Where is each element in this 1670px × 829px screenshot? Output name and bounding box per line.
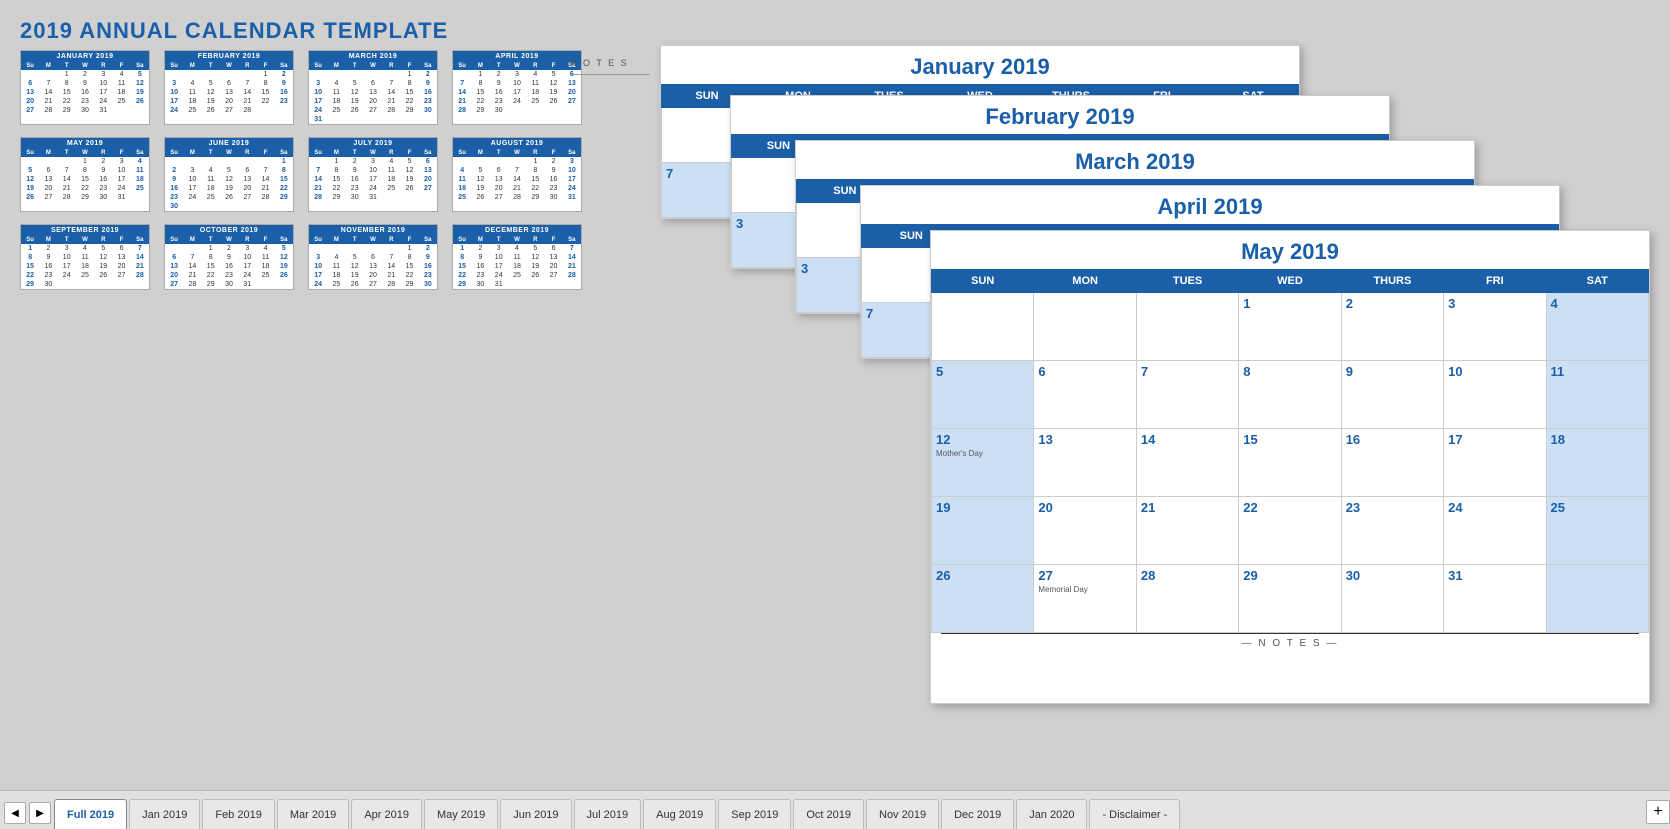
tab-feb-2019[interactable]: Feb 2019 bbox=[202, 799, 274, 829]
tab-nov-2019[interactable]: Nov 2019 bbox=[866, 799, 939, 829]
small-cal-nov-header: NOVEMBER 2019 bbox=[309, 225, 437, 236]
small-cal-dec: DECEMBER 2019 SuMTWRFSa 1234567 89101112… bbox=[452, 224, 582, 290]
small-cal-dec-header: DECEMBER 2019 bbox=[453, 225, 581, 236]
big-cals-container: January 2019 SUN MON TUES WED THURS FRI … bbox=[640, 30, 1660, 770]
tab-aug-2019[interactable]: Aug 2019 bbox=[643, 799, 716, 829]
tab-oct-2019[interactable]: Oct 2019 bbox=[793, 799, 864, 829]
tab-disclaimer[interactable]: - Disclaimer - bbox=[1089, 799, 1180, 829]
small-cal-oct-header: OCTOBER 2019 bbox=[165, 225, 293, 236]
tab-jan-2019[interactable]: Jan 2019 bbox=[129, 799, 200, 829]
small-cal-mar-header: MARCH 2019 bbox=[309, 51, 437, 62]
small-cal-mar: MARCH 2019 SuMTWRFSa 12 3456789 10111213… bbox=[308, 50, 438, 125]
col-wed: WED bbox=[1239, 270, 1341, 293]
tab-full-2019[interactable]: Full 2019 bbox=[54, 799, 127, 829]
small-cal-aug: AUGUST 2019 SuMTWRFSa 123 45678910 11121… bbox=[452, 137, 582, 212]
small-cals-row-2: MAY 2019 SuMTWRFSa 1234 567891011 121314… bbox=[20, 137, 582, 212]
col-sat: SAT bbox=[1546, 270, 1648, 293]
small-cal-apr: APRIL 2019 SuMTWRFSa 123456 78910111213 … bbox=[452, 50, 582, 125]
big-cal-apr-title: April 2019 bbox=[861, 186, 1559, 224]
big-cal-jan-title: January 2019 bbox=[661, 46, 1299, 84]
tab-sep-2019[interactable]: Sep 2019 bbox=[718, 799, 791, 829]
small-cal-jul-header: JULY 2019 bbox=[309, 138, 437, 149]
tab-dec-2019[interactable]: Dec 2019 bbox=[941, 799, 1014, 829]
tab-may-2019[interactable]: May 2019 bbox=[424, 799, 498, 829]
small-cal-aug-header: AUGUST 2019 bbox=[453, 138, 581, 149]
tab-bar-inner: Full 2019 Jan 2019 Feb 2019 Mar 2019 Apr… bbox=[54, 799, 1644, 829]
tab-jun-2019[interactable]: Jun 2019 bbox=[500, 799, 571, 829]
small-cal-sep: SEPTEMBER 2019 SuMTWRFSa 1234567 8910111… bbox=[20, 224, 150, 290]
small-cal-feb-header: FEBRUARY 2019 bbox=[165, 51, 293, 62]
small-cal-may: MAY 2019 SuMTWRFSa 1234 567891011 121314… bbox=[20, 137, 150, 212]
tab-jul-2019[interactable]: Jul 2019 bbox=[574, 799, 642, 829]
small-cal-jun: JUNE 2019 SuMTWRFSa 1 2345678 9101112131… bbox=[164, 137, 294, 212]
small-cal-jan: JANUARY 2019 SuMTWRFSa 12345 6789101112 … bbox=[20, 50, 150, 125]
small-cals-row-1: JANUARY 2019 SuMTWRFSa 12345 6789101112 … bbox=[20, 50, 582, 125]
col-sun: SUN bbox=[932, 270, 1034, 293]
main-area: 2019 ANNUAL CALENDAR TEMPLATE JANUARY 20… bbox=[0, 0, 1670, 790]
small-cal-sep-header: SEPTEMBER 2019 bbox=[21, 225, 149, 236]
small-cal-jan-header: JANUARY 2019 bbox=[21, 51, 149, 62]
big-cal-may: May 2019 SUN MON TUES WED THURS FRI SAT bbox=[930, 230, 1650, 704]
tab-prev-btn[interactable]: ◀ bbox=[4, 802, 26, 824]
small-calendars-section: JANUARY 2019 SuMTWRFSa 12345 6789101112 … bbox=[20, 50, 580, 298]
small-cal-jun-header: JUNE 2019 bbox=[165, 138, 293, 149]
tab-bar: ◀ ▶ Full 2019 Jan 2019 Feb 2019 Mar 2019… bbox=[0, 790, 1670, 829]
tab-next-btn[interactable]: ▶ bbox=[29, 802, 51, 824]
tab-apr-2019[interactable]: Apr 2019 bbox=[351, 799, 422, 829]
small-cal-apr-header: APRIL 2019 bbox=[453, 51, 581, 62]
small-cals-row-3: SEPTEMBER 2019 SuMTWRFSa 1234567 8910111… bbox=[20, 224, 582, 290]
add-tab-btn[interactable]: + bbox=[1646, 800, 1670, 824]
col-tue: TUES bbox=[1136, 270, 1238, 293]
big-cal-may-title: May 2019 bbox=[931, 231, 1649, 269]
small-cal-oct: OCTOBER 2019 SuMTWRFSa 12345 6789101112 … bbox=[164, 224, 294, 290]
big-cal-mar-title: March 2019 bbox=[796, 141, 1474, 179]
big-cal-feb-title: February 2019 bbox=[731, 96, 1389, 134]
tab-jan-2020[interactable]: Jan 2020 bbox=[1016, 799, 1087, 829]
may-notes-section: — N O T E S — bbox=[941, 633, 1639, 653]
tab-mar-2019[interactable]: Mar 2019 bbox=[277, 799, 349, 829]
col-mon: MON bbox=[1034, 270, 1136, 293]
col-thu: THURS bbox=[1341, 270, 1443, 293]
small-cal-feb: FEBRUARY 2019 SuMTWRFSa 12 3456789 10111… bbox=[164, 50, 294, 125]
small-cal-nov: NOVEMBER 2019 SuMTWRFSa 12 3456789 10111… bbox=[308, 224, 438, 290]
small-cal-jul: JULY 2019 SuMTWRFSa 123456 78910111213 1… bbox=[308, 137, 438, 212]
col-fri: FRI bbox=[1444, 270, 1546, 293]
small-cal-may-header: MAY 2019 bbox=[21, 138, 149, 149]
